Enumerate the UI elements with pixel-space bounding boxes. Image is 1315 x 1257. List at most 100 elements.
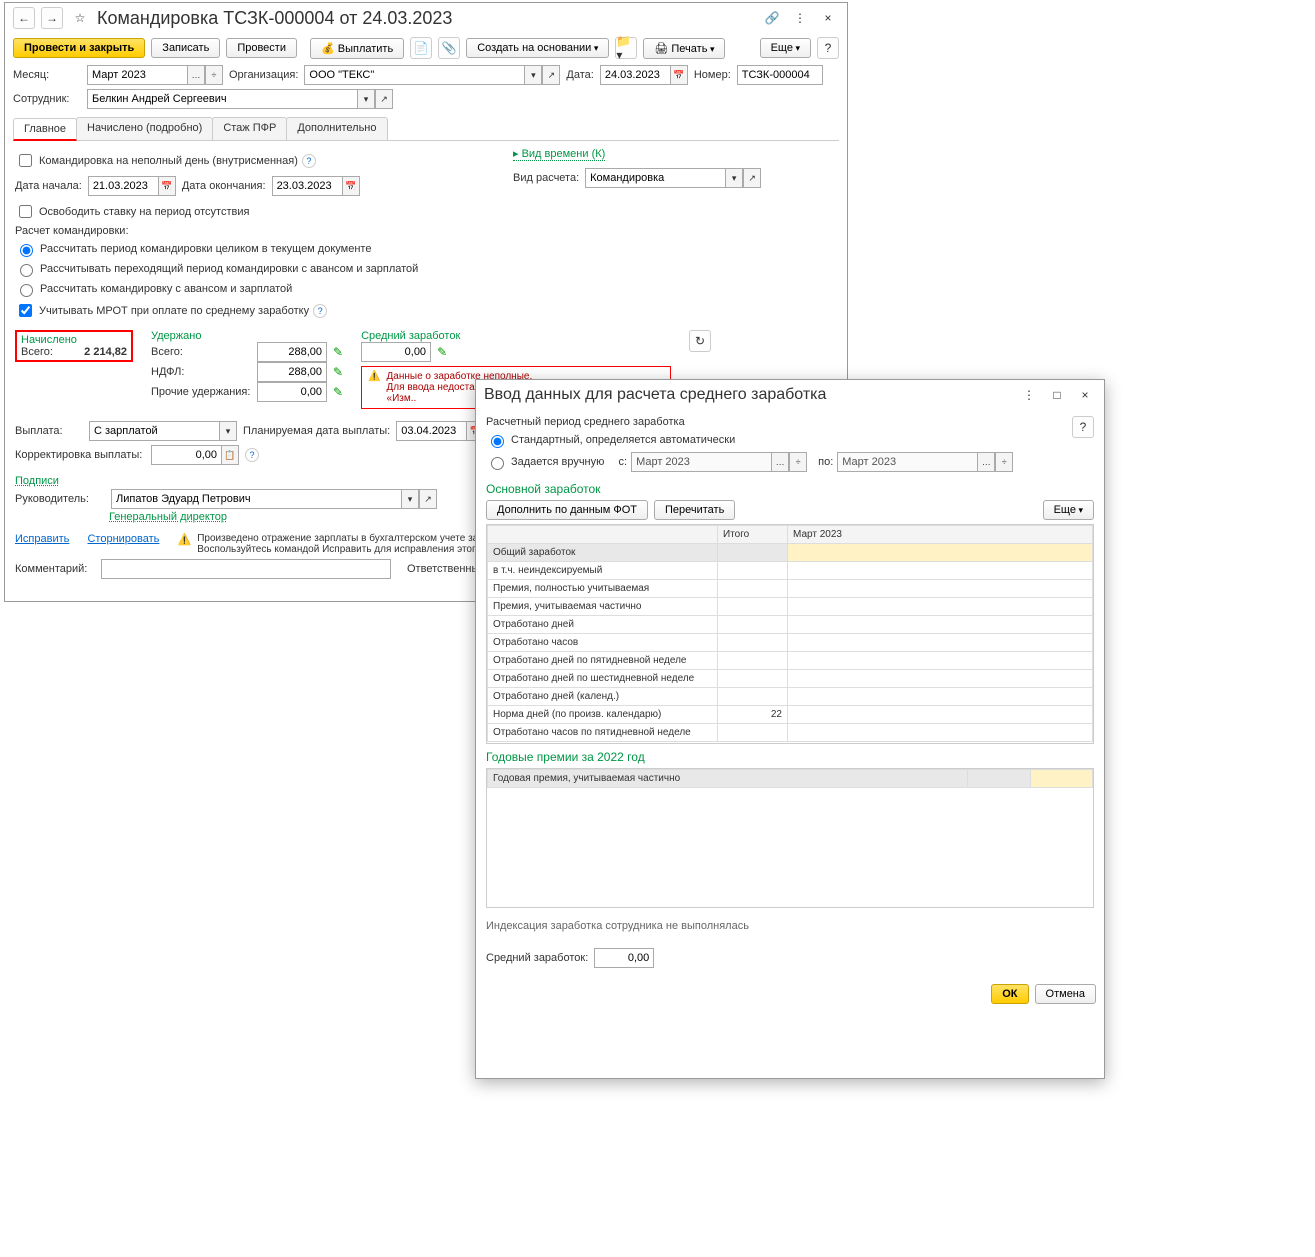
tab-main[interactable]: Главное (13, 118, 77, 141)
start-date[interactable]: 📅 (88, 176, 176, 196)
avg-val[interactable] (361, 342, 431, 362)
head-combo[interactable]: ▾↗ (111, 489, 437, 509)
save-button[interactable]: Записать (151, 38, 220, 58)
section-main-earn: Основной заработок (486, 482, 1094, 496)
link-icon[interactable]: 🔗 (761, 7, 783, 29)
org-label: Организация: (229, 69, 298, 81)
more-button[interactable]: Еще (760, 38, 811, 58)
calc-r1[interactable] (20, 244, 33, 257)
payout-combo[interactable]: ▾ (89, 421, 237, 441)
tab-pfr[interactable]: Стаж ПФР (212, 117, 287, 140)
close-icon[interactable]: × (817, 7, 839, 29)
table-row[interactable]: Общий заработок (488, 544, 1093, 562)
refresh-icon[interactable]: ↻ (689, 330, 711, 352)
table-row[interactable]: Отработано часов (488, 634, 1093, 652)
calctype-combo[interactable]: ▾↗ (585, 168, 761, 188)
month-combo[interactable]: …÷ (87, 65, 223, 85)
table-row[interactable]: Премия, учитываемая частично (488, 598, 1093, 616)
table-row[interactable]: Отработано дней (календ.) (488, 688, 1093, 706)
attach-icon[interactable]: 📎 (438, 37, 460, 59)
period-r2[interactable] (491, 457, 504, 470)
table-row[interactable]: Премия, полностью учитываемая (488, 580, 1093, 598)
nav-back-icon[interactable]: ← (13, 7, 35, 29)
other-held[interactable] (257, 382, 327, 402)
mrot-check[interactable] (19, 304, 32, 317)
to-combo[interactable]: …÷ (837, 452, 1013, 472)
calc-r3[interactable] (20, 284, 33, 297)
table-row[interactable]: Отработано дней по шестидневной неделе (488, 670, 1093, 688)
index-note: Индексация заработка сотрудника не выпол… (486, 920, 1094, 932)
table-row[interactable]: Годовая премия, учитываемая частично (488, 770, 968, 788)
storno-link[interactable]: Сторнировать (87, 533, 159, 545)
date-label: Дата: (566, 69, 593, 81)
pencil-icon[interactable]: ✎ (333, 365, 343, 379)
time-type-link[interactable]: ▸ Вид времени (К) (513, 148, 605, 161)
cancel-button[interactable]: Отмена (1035, 984, 1096, 1004)
start-label: Дата начала: (15, 180, 82, 192)
bonus-table[interactable]: Годовая премия, учитываемая частично (487, 769, 1093, 788)
calc-r2[interactable] (20, 264, 33, 277)
held-total[interactable] (257, 342, 327, 362)
maximize-icon[interactable]: □ (1046, 384, 1068, 406)
menu-icon[interactable]: ⋮ (1018, 384, 1040, 406)
hint-icon[interactable]: ? (302, 154, 316, 168)
print-button[interactable]: 🖨 Печать (643, 38, 725, 59)
fill-button[interactable]: Дополнить по данным ФОТ (486, 500, 648, 520)
tab-extra[interactable]: Дополнительно (286, 117, 387, 140)
plan-date[interactable]: 📅 (396, 421, 484, 441)
more-button[interactable]: Еще (1043, 500, 1094, 520)
num-field[interactable] (737, 65, 823, 85)
titlebar: ← → ☆ Командировка ТСЗК-000004 от 24.03.… (5, 3, 847, 33)
table-row[interactable]: в т.ч. неиндексируемый (488, 562, 1093, 580)
dialog-title: Ввод данных для расчета среднего заработ… (484, 386, 1012, 404)
warn-icon: ⚠️ (368, 371, 380, 382)
from-combo[interactable]: …÷ (631, 452, 807, 472)
period-r1[interactable] (491, 435, 504, 448)
pencil-icon[interactable]: ✎ (437, 345, 447, 359)
hint-icon[interactable]: ? (245, 448, 259, 462)
doc-icon[interactable]: 📄 (410, 37, 432, 59)
ndfl[interactable] (257, 362, 327, 382)
post-button[interactable]: Провести (226, 38, 297, 58)
help-icon[interactable]: ? (1072, 416, 1094, 438)
star-icon[interactable]: ☆ (69, 7, 91, 29)
hint-icon[interactable]: ? (313, 304, 327, 318)
org-combo[interactable]: ▾↗ (304, 65, 560, 85)
num-label: Номер: (694, 69, 731, 81)
table-row[interactable]: Отработано часов по пятидневной неделе (488, 724, 1093, 742)
calc-label: Расчет командировки: (15, 225, 483, 237)
employee-combo[interactable]: ▾↗ (87, 89, 393, 109)
create-based-button[interactable]: Создать на основании (466, 38, 609, 58)
table-row[interactable]: Отработано дней (488, 616, 1093, 634)
pay-button[interactable]: 💰 Выплатить (310, 38, 404, 59)
ok-button[interactable]: ОК (991, 984, 1028, 1004)
nav-fwd-icon[interactable]: → (41, 7, 63, 29)
help-icon[interactable]: ? (817, 37, 839, 59)
end-label: Дата окончания: (182, 180, 266, 192)
menu-icon[interactable]: ⋮ (789, 7, 811, 29)
period-label: Расчетный период среднего заработка (486, 416, 1072, 428)
close-icon[interactable]: × (1074, 384, 1096, 406)
post-close-button[interactable]: Провести и закрыть (13, 38, 145, 58)
pencil-icon[interactable]: ✎ (333, 385, 343, 399)
release-check[interactable] (19, 205, 32, 218)
reread-button[interactable]: Перечитать (654, 500, 735, 520)
avg-head: Средний заработок (361, 330, 671, 342)
fix-link[interactable]: Исправить (15, 533, 69, 545)
earnings-table[interactable]: Итого Март 2023 Общий заработок в т.ч. н… (487, 525, 1093, 742)
end-date[interactable]: 📅 (272, 176, 360, 196)
warn-icon: ⚠️ (178, 533, 192, 546)
date-combo[interactable]: 📅 (600, 65, 688, 85)
corr-combo[interactable]: 📋 (151, 445, 239, 465)
pencil-icon[interactable]: ✎ (333, 345, 343, 359)
partial-day-check[interactable] (19, 154, 32, 167)
table-row[interactable]: Норма дней (по произв. календарю)22 (488, 706, 1093, 724)
month-label: Месяц: (13, 69, 81, 81)
section-bonus: Годовые премии за 2022 год (486, 750, 1094, 764)
comment-field[interactable] (101, 559, 391, 579)
tab-accrued[interactable]: Начислено (подробно) (76, 117, 213, 140)
folder-icon[interactable]: 📁▾ (615, 37, 637, 59)
avg-result[interactable] (594, 948, 654, 968)
table-row[interactable]: Отработано дней по пятидневной неделе (488, 652, 1093, 670)
accrued-head: Начислено (21, 334, 127, 346)
